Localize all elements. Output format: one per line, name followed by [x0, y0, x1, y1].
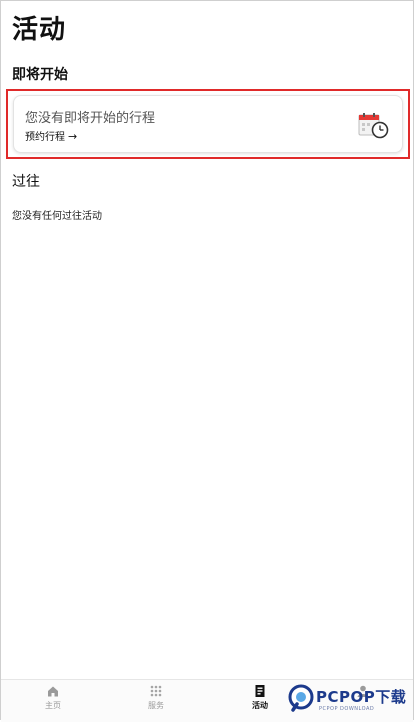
- home-icon: [48, 686, 58, 697]
- upcoming-heading: 即将开始: [12, 67, 68, 83]
- page-title: 活动: [12, 15, 67, 45]
- upcoming-trip-card[interactable]: 您没有即将开始的行程 预约行程 →: [13, 95, 403, 153]
- watermark-brand: PCPOP下载: [316, 688, 407, 706]
- tab-home[interactable]: 主页: [23, 684, 83, 711]
- pcpop-watermark: PCPOP下载 PCPOP DOWNLOAD: [288, 684, 413, 718]
- past-heading: 过往: [12, 174, 40, 190]
- arrow-right-icon: →: [68, 130, 78, 143]
- no-upcoming-message: 您没有即将开始的行程: [25, 111, 156, 126]
- tab-activity[interactable]: 活动: [230, 684, 290, 711]
- tab-services[interactable]: 服务: [126, 684, 186, 711]
- grid-icon: [150, 685, 162, 697]
- watermark-sub: PCPOP DOWNLOAD: [319, 706, 375, 712]
- book-trip-link[interactable]: 预约行程 →: [25, 128, 77, 143]
- no-past-activity-message: 您没有任何过往活动: [12, 211, 102, 222]
- book-trip-label: 预约行程: [25, 132, 65, 143]
- pcpop-logo-icon: [288, 684, 314, 712]
- tab-activity-label: 活动: [252, 701, 268, 710]
- tab-home-label: 主页: [45, 701, 61, 710]
- calendar-clock-icon: [358, 113, 389, 139]
- receipt-icon: [255, 685, 265, 697]
- tab-services-label: 服务: [148, 701, 164, 710]
